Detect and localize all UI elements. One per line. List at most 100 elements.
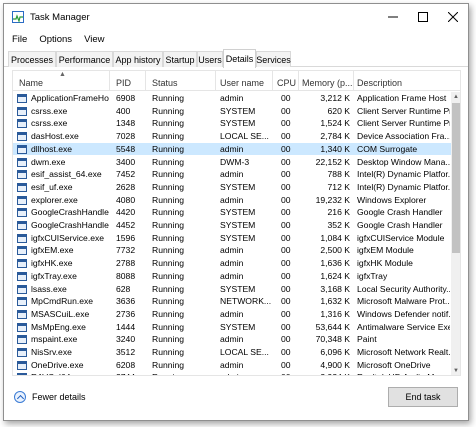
cell-pid: 4452 — [116, 220, 136, 230]
tab-startup[interactable]: Startup — [163, 51, 197, 67]
close-button[interactable] — [438, 4, 468, 30]
cell-pid: 7732 — [116, 245, 136, 256]
minimize-button[interactable] — [378, 4, 408, 30]
title-bar[interactable]: Task Manager — [4, 4, 468, 30]
cell-mem: 3,168 K — [320, 283, 350, 294]
table-row[interactable]: igfxHK.exe 2788 Running admin 00 1,636 K igfxH… — [13, 257, 451, 270]
table-row[interactable]: dllhost.exe 5548 Running admin 00 1,340 K COM … — [13, 142, 451, 156]
col-header-name[interactable]: Name — [13, 71, 110, 91]
process-icon — [17, 119, 27, 129]
cell-name: dwm.exe — [31, 156, 66, 167]
chevron-up-icon — [14, 391, 26, 403]
tab-app-history[interactable]: App history — [113, 51, 163, 67]
cell-cpu: 00 — [281, 283, 291, 294]
cell-mem: 4,900 K — [320, 359, 350, 370]
end-task-button[interactable]: End task — [388, 387, 458, 407]
cell-status: Running — [152, 194, 185, 205]
tab-services[interactable]: Services — [256, 51, 291, 67]
cell-status: Running — [152, 220, 185, 230]
cell-status: Running — [152, 181, 185, 192]
process-icon — [17, 94, 27, 103]
cell-pid: 8088 — [116, 270, 136, 281]
table-row[interactable]: MSASCuiL.exe 2736 Running admin 00 1,316 K Win… — [13, 308, 451, 321]
table-row[interactable]: csrss.exe 400 Running SYSTEM 00 620 K Client S… — [13, 105, 451, 118]
tab-strip: Processes Performance App history Startu… — [4, 49, 468, 68]
table-row[interactable]: OneDrive.exe 6208 Running admin 00 4,900 K Mic… — [13, 359, 451, 372]
vertical-scrollbar[interactable]: ▲ ▼ — [451, 92, 460, 375]
table-row[interactable]: MsMpEng.exe 1444 Running SYSTEM 00 53,644 K An… — [13, 321, 451, 334]
cell-pid: 3636 — [116, 296, 136, 307]
col-header-pid[interactable]: PID — [110, 71, 146, 91]
process-icon — [17, 284, 27, 294]
details-table: ▲ Name PID Status User name CPU Memory (… — [12, 70, 461, 376]
table-row[interactable]: igfxEM.exe 7732 Running admin 00 2,500 K igfxE… — [13, 244, 451, 257]
table-row[interactable]: NisSrv.exe 3512 Running LOCAL SE... 00 6,096 … — [13, 346, 451, 359]
cell-status: Running — [152, 334, 185, 345]
cell-desc: igfxCUIService Module — [357, 232, 445, 243]
cell-mem: 70,348 K — [315, 334, 350, 345]
cell-cpu: 00 — [281, 296, 291, 307]
cell-mem: 1,340 K — [320, 143, 350, 154]
process-icon — [17, 132, 27, 142]
col-header-status[interactable]: Status — [146, 71, 216, 91]
table-row[interactable]: dasHost.exe 7028 Running LOCAL SE... 00 2,784… — [13, 130, 451, 143]
table-row[interactable]: GoogleCrashHandler... 4452 Running SYSTEM 00… — [13, 219, 451, 232]
scroll-down-icon[interactable]: ▼ — [451, 366, 460, 375]
menu-file[interactable]: File — [12, 34, 27, 45]
cell-name: MpCmdRun.exe — [31, 296, 94, 307]
table-row[interactable]: GoogleCrashHandler... 4420 Running SYSTEM 00… — [13, 206, 451, 219]
cell-mem: 712 K — [327, 181, 350, 192]
menu-view[interactable]: View — [84, 34, 104, 45]
cell-name: GoogleCrashHandler... — [31, 207, 109, 218]
table-row[interactable]: mspaint.exe 3240 Running admin 00 70,348 K Pai… — [13, 333, 451, 346]
cell-pid: 6908 — [116, 93, 136, 103]
cell-mem: 19,232 K — [315, 194, 350, 205]
scroll-up-icon[interactable]: ▲ — [451, 92, 460, 102]
close-icon — [448, 12, 458, 22]
col-header-cpu[interactable]: CPU — [273, 71, 299, 91]
cell-desc: COM Surrogate — [357, 143, 418, 154]
cell-mem: 620 K — [327, 105, 350, 116]
table-row[interactable]: ApplicationFrameHo... 6908 Running admin 00 3… — [13, 92, 451, 105]
cell-name: GoogleCrashHandler... — [31, 220, 109, 230]
cell-cpu: 00 — [281, 131, 291, 142]
col-header-user[interactable]: User name — [216, 71, 273, 91]
cell-status: Running — [152, 371, 212, 375]
cell-status: Running — [152, 245, 185, 256]
table-row[interactable]: esif_uf.exe 2628 Running SYSTEM 00 712 K Intel… — [13, 181, 451, 194]
maximize-button[interactable] — [408, 4, 438, 30]
tab-processes[interactable]: Processes — [8, 51, 56, 67]
cell-cpu: 00 — [281, 258, 291, 269]
table-row[interactable]: esif_assist_64.exe 7452 Running admin 00 788 … — [13, 168, 451, 181]
table-row[interactable]: lsass.exe 628 Running SYSTEM 00 3,168 K Local … — [13, 283, 451, 296]
fewer-details-link[interactable]: Fewer details — [14, 391, 86, 403]
table-row[interactable]: igfxCUIService.exe 1596 Running SYSTEM 00 1,0… — [13, 232, 451, 245]
cell-mem: 1,084 K — [320, 232, 350, 243]
col-header-memory[interactable]: Memory (p... — [299, 71, 354, 91]
cell-name: csrss.exe — [31, 105, 68, 116]
cell-status: Running — [152, 207, 185, 218]
cell-name: csrss.exe — [31, 118, 68, 129]
cell-status: Running — [152, 105, 185, 116]
scrollbar-thumb[interactable] — [452, 103, 460, 253]
table-row[interactable]: igfxTray.exe 8088 Running admin 00 1,624 K igf… — [13, 270, 451, 283]
cell-cpu: 00 — [281, 105, 291, 116]
cell-status: Running — [152, 118, 185, 129]
table-row[interactable]: explorer.exe 4080 Running admin 00 19,232 K Wi… — [13, 194, 451, 207]
table-row[interactable]: RAVCpl64.exe 2744 Running admin 002,924 K Rea… — [13, 371, 451, 375]
cell-name: igfxEM.exe — [31, 245, 74, 256]
tab-performance[interactable]: Performance — [56, 51, 113, 67]
menu-options[interactable]: Options — [39, 34, 72, 45]
cell-name: MSASCuiL.exe — [31, 308, 90, 319]
cell-mem: 53,644 K — [315, 321, 350, 332]
tab-users[interactable]: Users — [197, 51, 223, 67]
cell-pid: 400 — [116, 105, 131, 116]
table-row[interactable]: MpCmdRun.exe 3636 Running NETWORK... 00 1,632… — [13, 295, 451, 308]
window-title: Task Manager — [30, 11, 90, 23]
table-row[interactable]: csrss.exe 1348 Running SYSTEM 00 1,524 K Clien… — [13, 117, 451, 130]
tab-details[interactable]: Details — [223, 49, 256, 68]
cell-desc: igfxEM Module — [357, 245, 414, 256]
table-row[interactable]: dwm.exe 3400 Running DWM-3 00 22,152 K Desktop… — [13, 156, 451, 169]
cell-user: SYSTEM — [220, 181, 256, 192]
col-header-description[interactable]: Description — [354, 71, 451, 91]
